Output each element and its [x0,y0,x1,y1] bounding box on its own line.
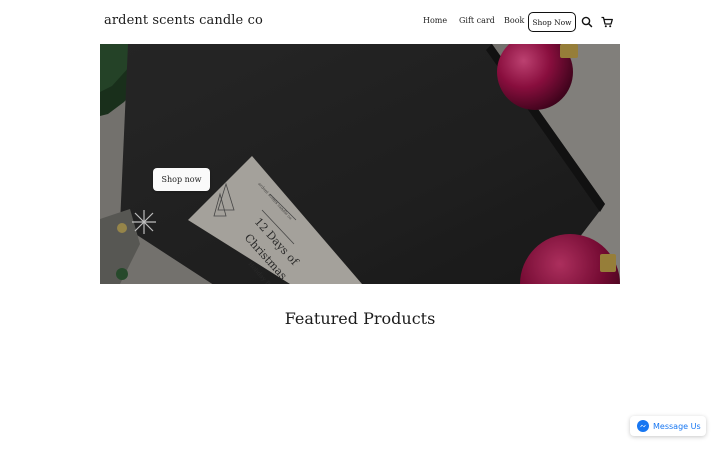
featured-products-title: Featured Products [284,309,436,328]
messenger-icon [637,420,649,432]
site-header: ardent scents candle co Home Gift card B… [0,0,720,44]
message-us-button[interactable]: Message Us [630,416,706,436]
nav-gift-card[interactable]: Gift card [459,16,495,25]
brand-logo[interactable]: ardent scents candle co [104,13,263,28]
cart-icon[interactable] [600,14,614,28]
hero-banner: 12 Days of Christmas Holiday Box ardent … [100,44,620,284]
hero-shop-now-button[interactable]: Shop now [153,168,210,191]
search-icon[interactable] [580,14,594,28]
hero-image: 12 Days of Christmas Holiday Box ardent … [100,44,620,284]
shop-now-button[interactable]: Shop Now [528,12,576,32]
message-us-label: Message Us [653,421,701,431]
nav-book[interactable]: Book [504,16,524,25]
nav-home[interactable]: Home [423,16,447,25]
